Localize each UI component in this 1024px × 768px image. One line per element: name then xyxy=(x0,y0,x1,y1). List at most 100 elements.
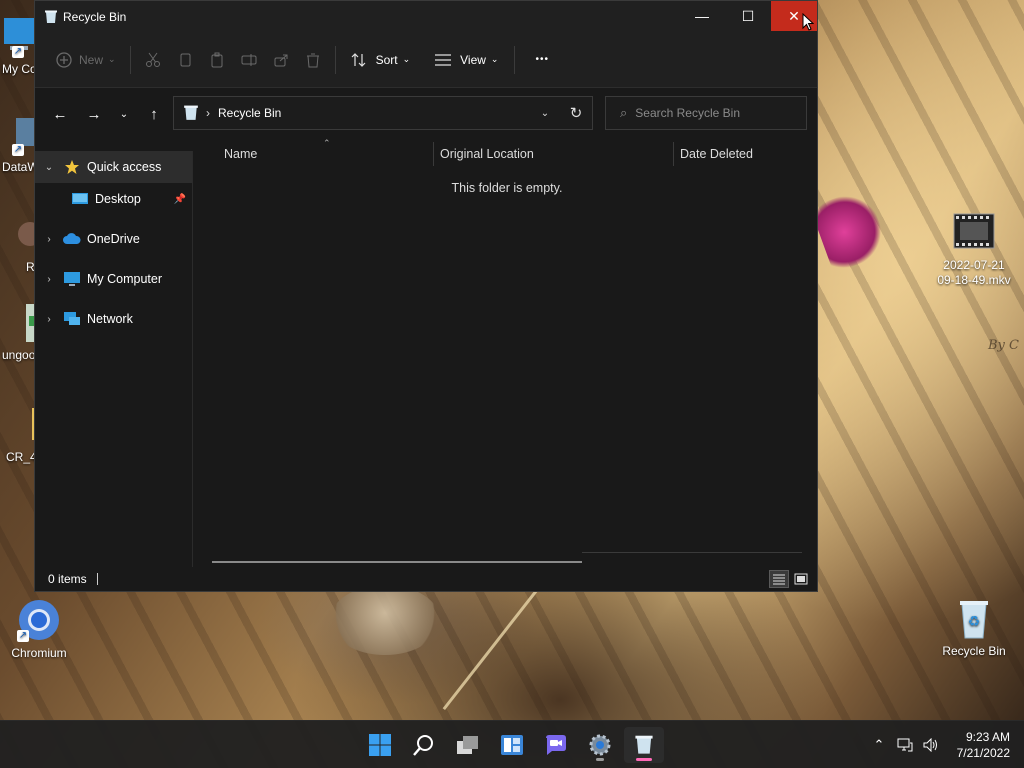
trash-icon xyxy=(306,53,319,67)
tiles-view-button[interactable] xyxy=(791,570,811,588)
chat-button[interactable] xyxy=(536,727,576,763)
sidebar-item-desktop[interactable]: Desktop 📌 xyxy=(35,183,192,215)
more-options-button[interactable]: ••• xyxy=(527,42,557,78)
pin-icon[interactable]: 📌 xyxy=(174,194,186,205)
chevron-down-icon: ⌄ xyxy=(402,54,411,64)
volume-button[interactable] xyxy=(918,738,944,752)
breadcrumb[interactable]: Recycle Bin xyxy=(218,106,530,120)
up-button[interactable]: ↑ xyxy=(137,97,171,131)
clock-date: 7/21/2022 xyxy=(956,746,1010,760)
recycle-bin-taskbar-button[interactable] xyxy=(624,727,664,763)
cloud-icon xyxy=(63,231,81,247)
more-icon: ••• xyxy=(535,54,549,65)
svg-text:♻: ♻ xyxy=(968,614,981,630)
sidebar-item-quick-access[interactable]: ⌄ Quick access xyxy=(35,151,192,183)
share-button[interactable] xyxy=(265,42,297,78)
sort-ascending-icon: ⌃ xyxy=(323,138,331,148)
view-icon xyxy=(435,53,452,66)
delete-button[interactable] xyxy=(297,42,329,78)
system-tray: ⌃ 9:23 AM 7/21/2022 xyxy=(866,721,1024,768)
column-divider[interactable] xyxy=(673,142,674,166)
recycle-bin-icon xyxy=(184,105,198,120)
chevron-down-icon: ⌄ xyxy=(108,54,116,64)
network-status-button[interactable] xyxy=(892,738,918,752)
status-divider xyxy=(96,573,98,585)
chevron-right-icon[interactable]: › xyxy=(35,274,63,285)
maximize-button[interactable]: ☐ xyxy=(725,1,771,31)
column-divider[interactable] xyxy=(433,142,434,166)
recent-locations-button[interactable]: ⌄ xyxy=(111,97,137,131)
horizontal-scrollbar[interactable] xyxy=(212,561,582,563)
view-button[interactable]: View ⌄ xyxy=(426,42,506,78)
sidebar-item-my-computer[interactable]: › My Computer xyxy=(35,263,192,295)
item-count: 0 items xyxy=(48,572,87,586)
sidebar-item-onedrive[interactable]: › OneDrive xyxy=(35,223,192,255)
start-icon xyxy=(369,734,391,756)
network-icon xyxy=(63,311,81,327)
refresh-button[interactable]: ↻ xyxy=(560,104,592,122)
column-header-original-location[interactable]: Original Location xyxy=(440,138,670,170)
details-view-icon xyxy=(773,574,785,585)
new-button[interactable]: New ⌄ xyxy=(47,42,124,78)
show-hidden-icons-button[interactable]: ⌃ xyxy=(866,737,892,753)
clock[interactable]: 9:23 AM 7/21/2022 xyxy=(944,729,1024,761)
rename-button[interactable] xyxy=(233,42,265,78)
recycle-bin-icon: ♻ xyxy=(952,596,996,640)
details-view-button[interactable] xyxy=(769,570,789,588)
search-input[interactable] xyxy=(635,106,796,120)
chevron-down-icon: ⌄ xyxy=(119,108,129,120)
back-button[interactable]: ← xyxy=(43,97,77,131)
title-bar[interactable]: Recycle Bin — ☐ ✕ xyxy=(35,1,817,32)
wallpaper-signature: By C xyxy=(988,338,1019,353)
minimize-button[interactable]: — xyxy=(679,1,725,31)
widgets-icon xyxy=(501,735,523,755)
cut-button[interactable] xyxy=(137,42,169,78)
search-icon xyxy=(413,735,433,756)
column-headers: Name ⌃ Original Location Date Deleted xyxy=(194,138,817,170)
desktop-icon-video-file[interactable]: 2022-07-21 09-18-49.mkv xyxy=(936,210,1012,288)
address-bar[interactable]: › Recycle Bin ⌄ ↻ xyxy=(173,96,593,130)
settings-button[interactable] xyxy=(580,727,620,763)
sort-button[interactable]: Sort ⌄ xyxy=(342,42,419,78)
network-icon xyxy=(897,738,913,752)
chevron-right-icon[interactable]: › xyxy=(35,314,63,325)
mouse-cursor xyxy=(802,13,814,31)
paste-button[interactable] xyxy=(201,42,233,78)
column-header-date-deleted[interactable]: Date Deleted xyxy=(680,138,820,170)
plus-circle-icon xyxy=(56,51,72,68)
widgets-button[interactable] xyxy=(492,727,532,763)
task-view-icon xyxy=(457,736,478,754)
chevron-down-icon: ⌄ xyxy=(490,54,499,64)
recycle-bin-icon xyxy=(45,10,57,23)
status-bar: 0 items xyxy=(35,567,817,591)
forward-button[interactable]: → xyxy=(77,97,111,131)
running-indicator xyxy=(596,758,604,761)
minimize-icon: — xyxy=(695,8,709,24)
desktop-icon-chromium[interactable]: ↗ Chromium xyxy=(1,598,77,660)
chat-icon xyxy=(546,735,566,755)
task-view-button[interactable] xyxy=(448,727,488,763)
settings-icon xyxy=(589,734,611,756)
empty-folder-message: This folder is empty. xyxy=(451,181,563,195)
clipboard-icon xyxy=(211,52,223,67)
chevron-right-icon[interactable]: › xyxy=(35,234,63,245)
active-indicator xyxy=(636,758,652,761)
toolbar-divider xyxy=(334,45,336,74)
search-button[interactable] xyxy=(404,727,444,763)
address-dropdown-button[interactable]: ⌄ xyxy=(530,108,560,119)
maximize-icon: ☐ xyxy=(741,7,755,24)
search-box[interactable]: ⌕ xyxy=(605,96,807,130)
search-icon: ⌕ xyxy=(620,105,628,120)
chevron-down-icon[interactable]: ⌄ xyxy=(35,162,63,173)
arrow-right-icon: → xyxy=(86,105,102,123)
arrow-up-icon: ↑ xyxy=(150,105,158,123)
star-icon xyxy=(63,159,81,175)
start-button[interactable] xyxy=(360,727,400,763)
desktop-icon-recycle-bin[interactable]: ♻ Recycle Bin xyxy=(936,596,1012,658)
speaker-icon xyxy=(923,738,937,752)
sidebar-item-network[interactable]: › Network xyxy=(35,303,192,335)
clock-time: 9:23 AM xyxy=(965,730,1010,744)
copy-button[interactable] xyxy=(169,42,201,78)
chevron-right-icon[interactable]: › xyxy=(206,106,210,120)
explorer-window: Recycle Bin — ☐ ✕ New ⌄ Sort ⌄ View ⌄ ••… xyxy=(34,0,818,592)
